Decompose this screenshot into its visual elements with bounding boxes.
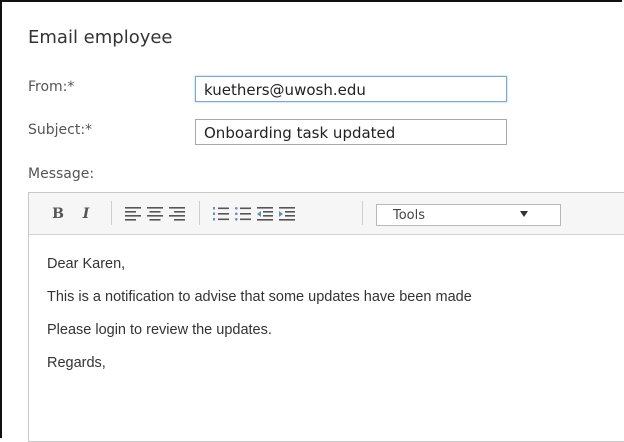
italic-button[interactable]: I bbox=[79, 205, 93, 223]
align-left-icon bbox=[125, 207, 141, 221]
align-right-icon bbox=[169, 207, 185, 221]
align-left-button[interactable] bbox=[125, 205, 141, 223]
indent-button[interactable] bbox=[279, 205, 295, 223]
align-center-icon bbox=[147, 207, 163, 221]
toolbar-separator bbox=[111, 201, 112, 225]
dialog-title: Email employee bbox=[28, 27, 173, 48]
unordered-list-button[interactable] bbox=[235, 205, 251, 223]
message-line: Please login to review the updates. bbox=[47, 322, 272, 338]
subject-field[interactable] bbox=[195, 119, 507, 145]
toolbar-separator bbox=[362, 201, 363, 225]
unordered-list-icon bbox=[235, 207, 251, 221]
message-line: This is a notification to advise that so… bbox=[47, 289, 472, 305]
ordered-list-button[interactable] bbox=[213, 205, 229, 223]
ordered-list-icon bbox=[213, 207, 229, 221]
tools-dropdown-value: Tools bbox=[393, 208, 426, 223]
message-body[interactable]: Dear Karen, This is a notification to ad… bbox=[47, 234, 624, 441]
email-employee-dialog: Email employee From:* Subject:* Message:… bbox=[0, 0, 624, 442]
outdent-button[interactable] bbox=[257, 205, 273, 223]
editor-toolbar: B I Tools bbox=[29, 193, 624, 235]
subject-label: Subject:* bbox=[28, 122, 93, 138]
message-line: Regards, bbox=[47, 355, 106, 371]
message-label: Message: bbox=[28, 166, 95, 182]
bold-button[interactable]: B bbox=[51, 205, 65, 223]
chevron-down-icon bbox=[520, 211, 528, 217]
from-field[interactable] bbox=[195, 76, 507, 102]
align-center-button[interactable] bbox=[147, 205, 163, 223]
outdent-icon bbox=[257, 207, 273, 221]
from-label: From:* bbox=[28, 79, 75, 95]
tools-dropdown[interactable]: Tools bbox=[376, 204, 561, 226]
message-line: Dear Karen, bbox=[47, 256, 126, 272]
message-editor: B I Tools Dear Karen, This is a notifica… bbox=[28, 192, 624, 442]
indent-icon bbox=[279, 207, 295, 221]
align-right-button[interactable] bbox=[169, 205, 185, 223]
toolbar-separator bbox=[199, 201, 200, 225]
